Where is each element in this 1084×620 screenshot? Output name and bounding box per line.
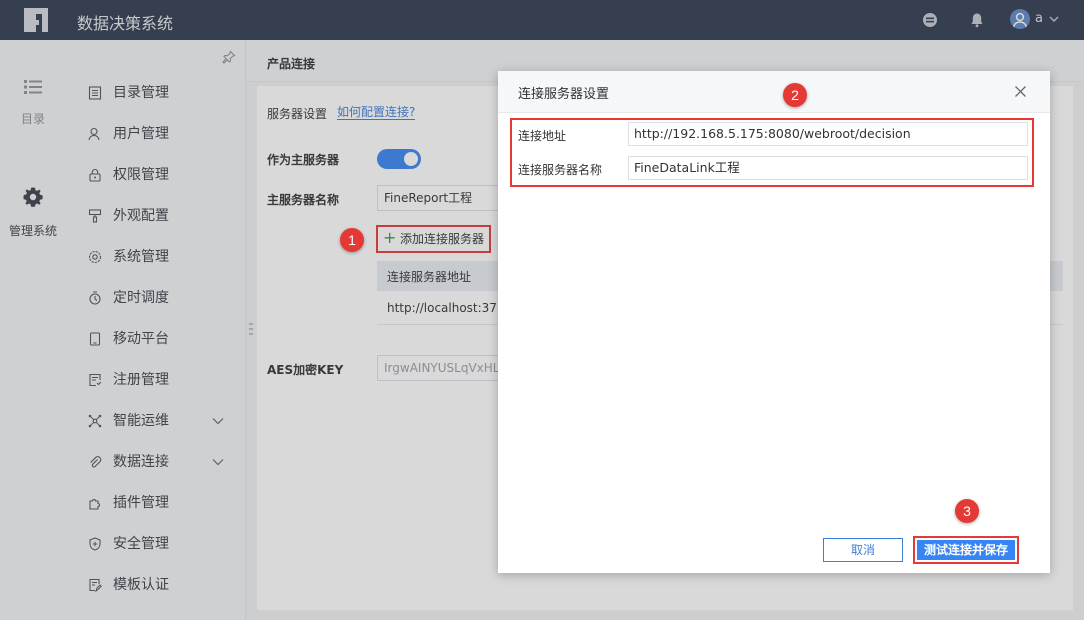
dialog-header: 连接服务器设置 [498, 71, 1050, 113]
server-name-input[interactable]: FineDataLink工程 [628, 156, 1028, 180]
close-icon[interactable] [1014, 85, 1027, 98]
cancel-button[interactable]: 取消 [823, 538, 903, 562]
address-label: 连接地址 [518, 129, 567, 143]
dialog-title: 连接服务器设置 [518, 87, 610, 102]
connection-settings-dialog: 连接服务器设置 连接地址 http://192.168.5.175:8080/w… [498, 71, 1050, 573]
step-badge-1: 1 [340, 228, 364, 252]
test-and-save-button[interactable]: 测试连接并保存 [917, 540, 1015, 560]
server-name-label: 连接服务器名称 [518, 163, 603, 177]
step-badge-2: 2 [783, 83, 807, 107]
save-highlight: 测试连接并保存 [913, 536, 1019, 564]
address-input[interactable]: http://192.168.5.175:8080/webroot/decisi… [628, 122, 1028, 146]
step-badge-3: 3 [955, 499, 979, 523]
